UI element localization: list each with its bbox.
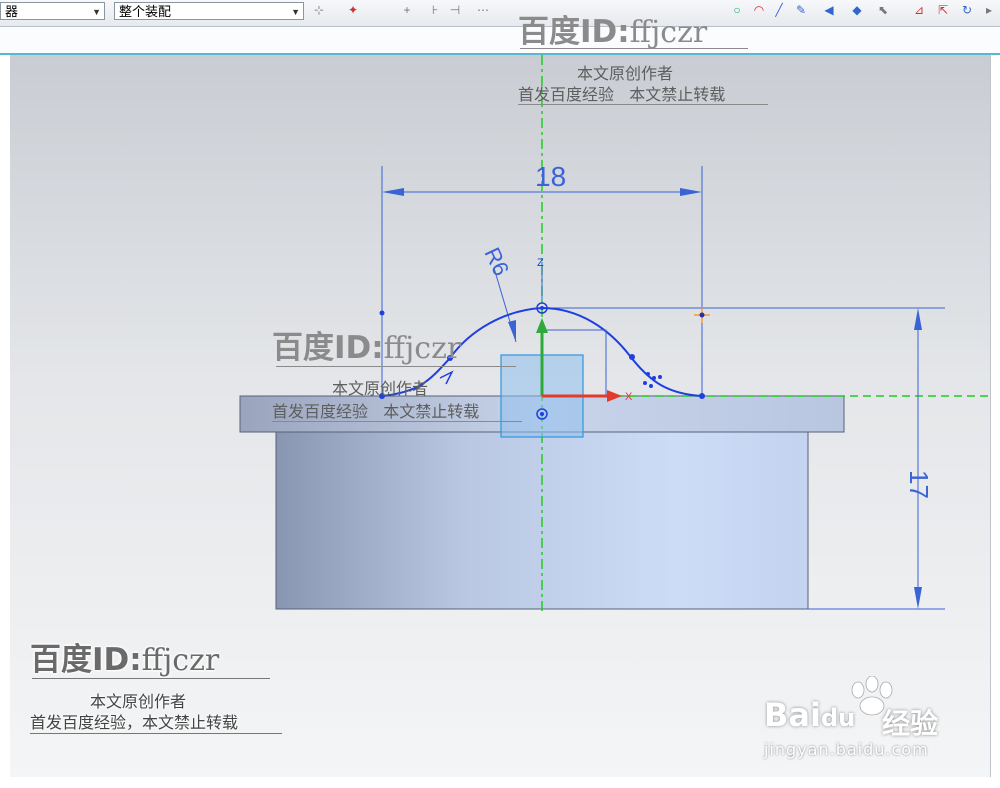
watermark-top-line2: 首发百度经验 本文禁止转载 (518, 85, 726, 104)
watermark-divider (276, 366, 516, 367)
baidu-jingyan-logo: Baidu 经验 jingyan.baidu.com (764, 676, 964, 766)
baidu-logo-text: Bai (764, 696, 821, 734)
watermark-top-id: 百度ID:ffjczr (518, 14, 708, 50)
dimension-radius-label: R6 (479, 244, 514, 280)
watermark-divider (30, 733, 282, 734)
watermark-bottom-id: 百度ID:ffjczr (30, 642, 220, 678)
watermark-center-id: 百度ID:ffjczr (272, 330, 462, 366)
x-axis-label: X (625, 391, 633, 403)
watermark-bottom-line2: 首发百度经验，本文禁止转载 (30, 713, 239, 732)
dimension-width-label: 18 (535, 161, 566, 192)
watermark-divider (518, 104, 768, 105)
baidu-logo-cn: 经验 (882, 707, 939, 740)
baidu-url: jingyan.baidu.com (764, 740, 929, 759)
dimension-radius[interactable]: R6 (479, 244, 517, 343)
tangent-constraint-icon (439, 370, 454, 385)
dimension-height-label: 17 (904, 470, 934, 499)
sketch-origin-marker[interactable] (694, 307, 710, 323)
z-axis-label: Z (537, 257, 544, 269)
watermark-divider (272, 421, 522, 422)
watermark-divider (520, 48, 748, 49)
baidu-logo-du: du (820, 704, 856, 732)
watermark-center-line1: 本文原创作者 (332, 379, 429, 398)
cad-window: 器 ▼ 整个装配 ▼ ⊹ ✦ + ⊦ ⊣ ⋯ ○ ◠ ╱ ✎ ◀ ◆ ⬉ ⊿ ⇱… (0, 0, 1000, 788)
watermark-divider (32, 678, 270, 679)
watermark-center-line2: 首发百度经验 本文禁止转载 (272, 402, 480, 421)
